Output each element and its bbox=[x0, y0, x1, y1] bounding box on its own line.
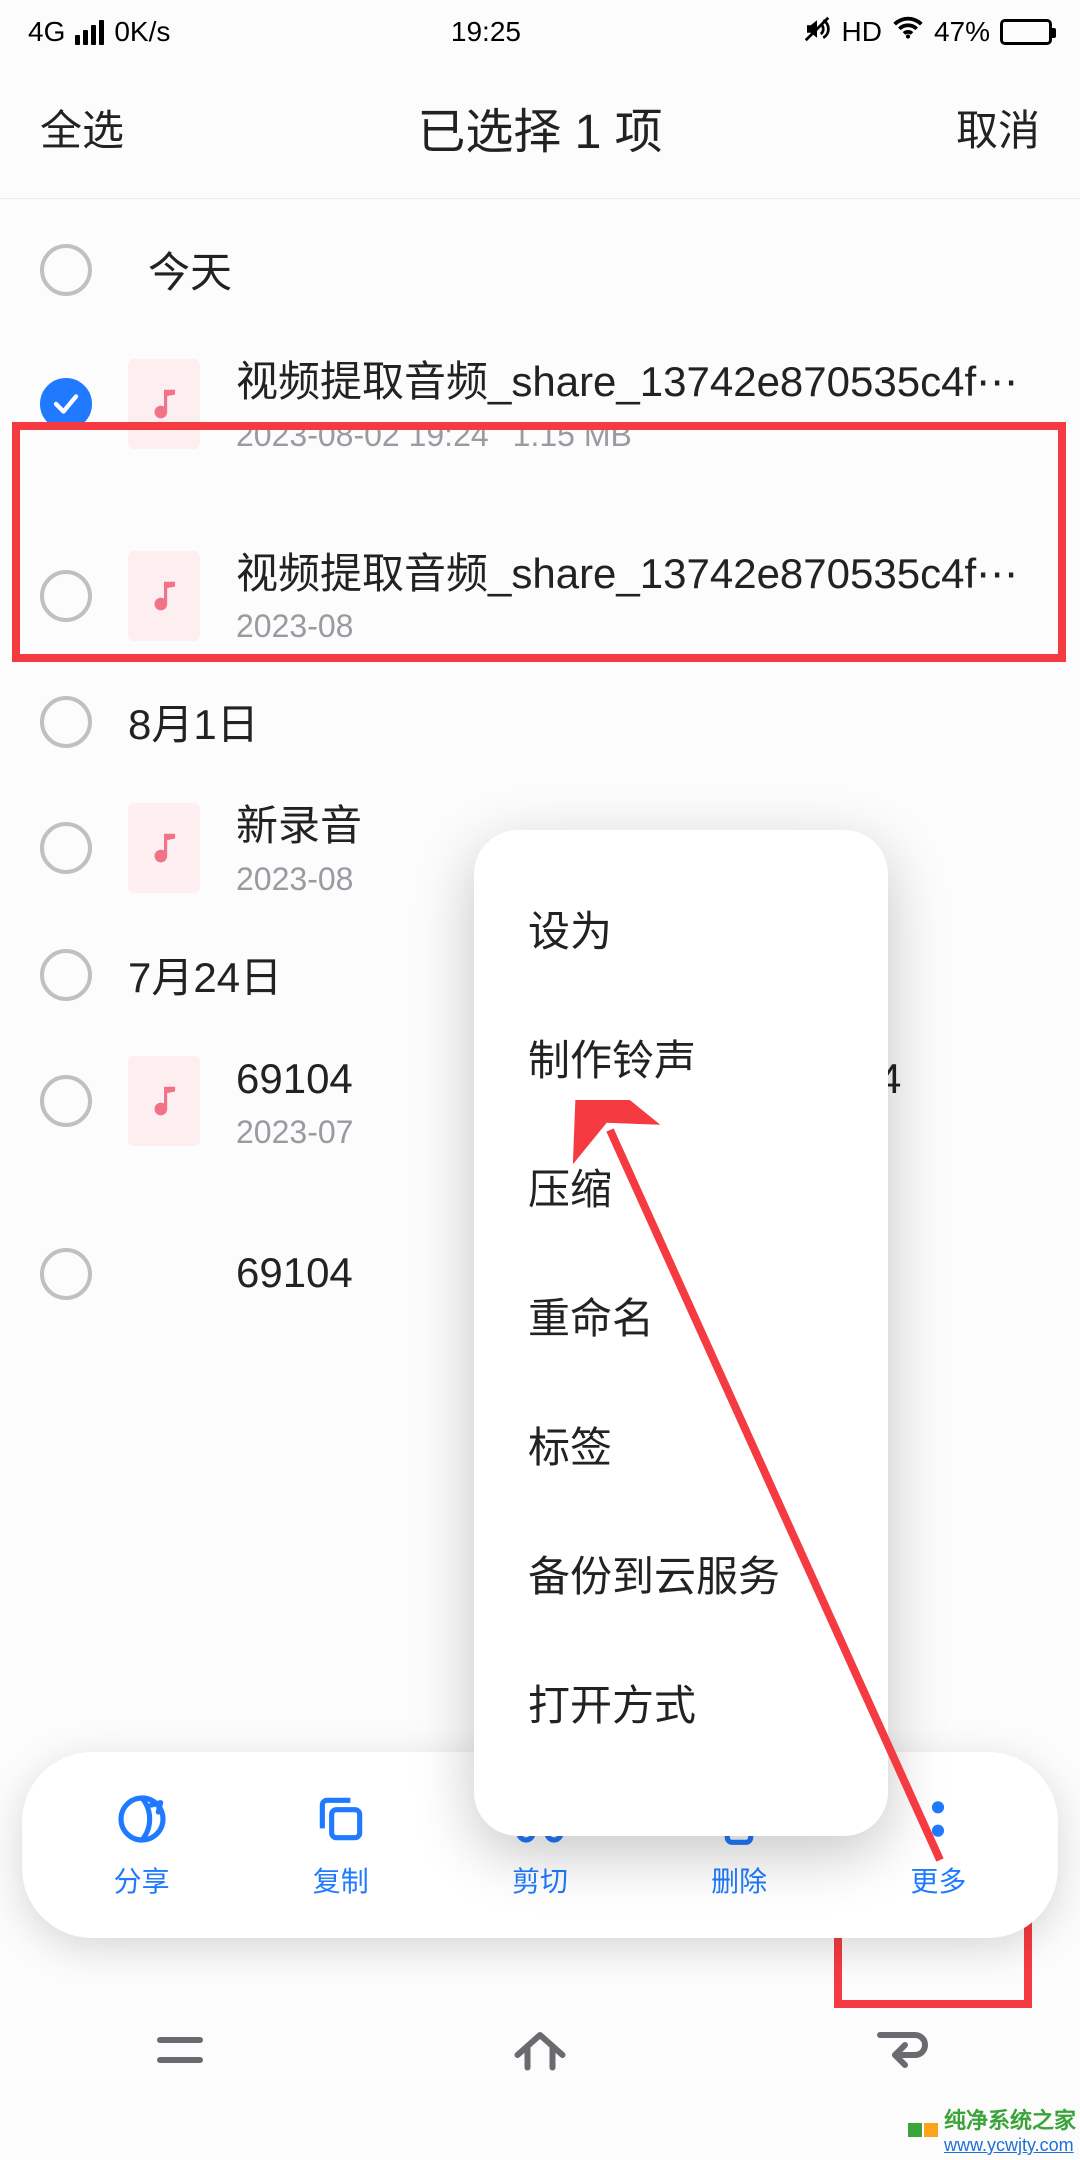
clock: 19:25 bbox=[451, 16, 521, 48]
menu-open-with[interactable]: 打开方式 bbox=[474, 1638, 888, 1767]
nav-back-button[interactable] bbox=[850, 2020, 950, 2080]
watermark: 纯净系统之家 www.ycwjty.com bbox=[908, 2103, 1076, 2156]
music-file-icon bbox=[128, 359, 200, 449]
speed-label: 0K/s bbox=[114, 16, 170, 48]
file-name: 视频提取音频_share_13742e870535c4f⋯ bbox=[236, 546, 1040, 603]
file-subinfo: 2023-08-02 19:241.15 MB bbox=[236, 417, 1040, 454]
system-navbar bbox=[0, 1980, 1080, 2120]
battery-pct: 47% bbox=[934, 16, 990, 48]
menu-set-as[interactable]: 设为 bbox=[474, 864, 888, 993]
mute-icon bbox=[802, 14, 832, 51]
more-icon bbox=[909, 1790, 967, 1848]
menu-compress[interactable]: 压缩 bbox=[474, 1122, 888, 1251]
file-checkbox[interactable] bbox=[40, 378, 92, 430]
music-file-icon bbox=[128, 551, 200, 641]
share-icon bbox=[113, 1790, 171, 1848]
wifi-icon bbox=[892, 12, 924, 52]
section-checkbox[interactable] bbox=[40, 949, 92, 1001]
section-header: 今天 bbox=[0, 199, 1080, 328]
copy-icon bbox=[312, 1790, 370, 1848]
section-header: 8月1日 bbox=[0, 671, 1080, 772]
file-row[interactable]: 视频提取音频_share_13742e870535c4f⋯ 2023-08-02… bbox=[0, 328, 1080, 480]
file-row[interactable]: 视频提取音频_share_13742e870535c4f⋯ 2023-08 bbox=[0, 520, 1080, 672]
menu-make-ringtone[interactable]: 制作铃声 bbox=[474, 993, 888, 1122]
watermark-url: www.ycwjty.com bbox=[944, 2135, 1076, 2156]
signal-icon bbox=[75, 20, 104, 45]
menu-backup-cloud[interactable]: 备份到云服务 bbox=[474, 1509, 888, 1638]
share-button[interactable]: 分享 bbox=[82, 1790, 202, 1900]
select-all-button[interactable]: 全选 bbox=[40, 97, 124, 158]
file-checkbox[interactable] bbox=[40, 822, 92, 874]
file-name: 视频提取音频_share_13742e870535c4f⋯ bbox=[236, 354, 1040, 411]
section-checkbox[interactable] bbox=[40, 244, 92, 296]
nav-home-button[interactable] bbox=[490, 2020, 590, 2080]
cancel-button[interactable]: 取消 bbox=[956, 97, 1040, 158]
section-checkbox[interactable] bbox=[40, 696, 92, 748]
network-label: 4G bbox=[28, 16, 65, 48]
file-checkbox[interactable] bbox=[40, 1075, 92, 1127]
watermark-logo-icon bbox=[908, 2123, 938, 2137]
hd-label: HD bbox=[842, 16, 882, 48]
section-title: 今天 bbox=[148, 239, 232, 300]
file-checkbox[interactable] bbox=[40, 1248, 92, 1300]
music-file-icon bbox=[128, 1056, 200, 1146]
more-button[interactable]: 更多 bbox=[878, 1790, 998, 1900]
file-subinfo: 2023-08 bbox=[236, 608, 1040, 645]
watermark-name: 纯净系统之家 bbox=[944, 2103, 1076, 2135]
menu-tag[interactable]: 标签 bbox=[474, 1380, 888, 1509]
section-title: 7月24日 bbox=[128, 944, 282, 1005]
music-file-icon bbox=[128, 803, 200, 893]
menu-rename[interactable]: 重命名 bbox=[474, 1251, 888, 1380]
section-title: 8月1日 bbox=[128, 691, 259, 752]
selection-header: 全选 已选择 1 项 取消 bbox=[0, 64, 1080, 199]
status-bar: 4G 0K/s 19:25 HD 47% bbox=[0, 0, 1080, 64]
nav-recent-button[interactable] bbox=[130, 2020, 230, 2080]
more-menu-popup: 设为 制作铃声 压缩 重命名 标签 备份到云服务 打开方式 bbox=[474, 830, 888, 1836]
page-title: 已选择 1 项 bbox=[417, 92, 662, 162]
file-checkbox[interactable] bbox=[40, 570, 92, 622]
copy-button[interactable]: 复制 bbox=[281, 1790, 401, 1900]
battery-icon bbox=[1000, 19, 1052, 45]
